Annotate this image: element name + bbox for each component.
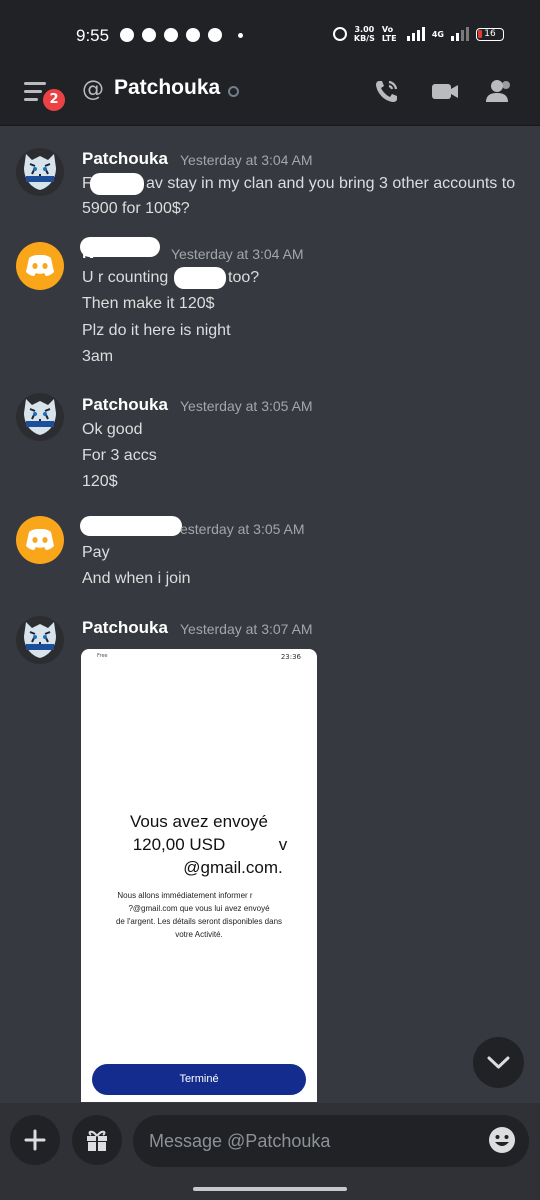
payment-info-text: ?@gmail.com que vous lui avez envoyé [128, 904, 270, 913]
avatar[interactable] [16, 242, 64, 290]
message-text: Pay [82, 544, 110, 561]
message-text: For 3 accs [82, 447, 157, 464]
message-text: 120$ [82, 473, 118, 490]
redaction-mark [174, 267, 226, 289]
more-notifications-dot [238, 33, 243, 38]
redaction-mark [80, 237, 160, 257]
message-text: Then make it 120$ [82, 295, 215, 312]
voice-call-icon[interactable] [372, 76, 402, 106]
tiger-clan-logo [24, 399, 56, 435]
tiger-clan-logo [24, 154, 56, 190]
done-button: Terminé [92, 1064, 306, 1095]
avatar[interactable] [16, 148, 64, 196]
gift-icon [87, 1130, 107, 1151]
payment-info-text: Nous allons immédiatement informer r [117, 891, 253, 900]
system-status-bar: 9:55 3.00 KB/S Vo LTE 4G 16 [0, 0, 540, 70]
telegram-icon [186, 28, 200, 42]
gift-button[interactable] [72, 1115, 122, 1165]
plus-icon [24, 1129, 46, 1151]
network-type: 4G [431, 29, 444, 39]
attachment-status-time: 23:36 [280, 653, 301, 661]
offline-status-icon [228, 86, 239, 97]
discord-default-avatar-icon [26, 255, 54, 276]
smiley-icon [489, 1127, 515, 1153]
redaction-mark [80, 516, 182, 536]
messenger-icon [208, 28, 222, 42]
payment-confirmation-title: Vous avez envoyé [130, 812, 268, 831]
avatar[interactable] [16, 616, 64, 664]
message-timestamp: Yesterday at 3:04 AM [180, 152, 313, 168]
message-text: Plz do it here is night [82, 322, 231, 339]
message-author[interactable]: Patchouka [82, 618, 168, 638]
message-text: av stay in my clan and you bring 3 other… [146, 175, 516, 192]
add-attachment-button[interactable] [10, 1115, 60, 1165]
message-timestamp: esterday at 3:05 AM [180, 521, 305, 537]
message-text: And when i join [82, 570, 191, 587]
signal-icon [406, 27, 425, 41]
payment-info-text: de l'argent. Les détails seront disponib… [115, 917, 283, 926]
signal-icon-secondary [451, 27, 469, 41]
jump-to-present-button[interactable] [473, 1037, 524, 1088]
system-indicators: 3.00 KB/S Vo LTE 4G 16 [332, 25, 504, 43]
alarm-icon [332, 27, 347, 41]
chevron-down-icon [487, 1056, 510, 1069]
avatar[interactable] [16, 393, 64, 441]
message-timestamp: Yesterday at 3:07 AM [180, 621, 313, 637]
battery-icon: 16 [476, 27, 504, 41]
user-profile-icon[interactable] [484, 76, 514, 106]
video-call-icon[interactable] [430, 76, 460, 106]
clock: 9:55 [76, 26, 110, 45]
message-composer [0, 1103, 540, 1200]
message-text: too? [228, 269, 260, 286]
volte-indicator: Vo LTE [381, 25, 397, 43]
avatar[interactable] [16, 516, 64, 564]
page-title: Patchouka [114, 76, 221, 99]
message-text: 3am [82, 348, 114, 365]
redaction-mark [90, 173, 144, 195]
network-speed: 3.00 KB/S [353, 25, 375, 43]
message-text: 5900 for 100$? [82, 200, 190, 217]
redaction-mark [97, 858, 181, 878]
message-text: Ok good [82, 421, 143, 438]
attachment-status-carrier: Free [97, 653, 108, 659]
tiger-clan-logo [24, 622, 56, 658]
image-attachment[interactable]: Free 23:36 Vous avez envoyé 120,00 USD v… [81, 649, 317, 1102]
notification-icons [120, 28, 222, 42]
message-author[interactable]: Patchouka [82, 149, 168, 169]
message-text: U r counting [82, 269, 169, 286]
gesture-home-bar[interactable] [193, 1187, 347, 1191]
unread-badge: 2 [41, 87, 67, 113]
dm-header: 2 @ Patchouka [0, 70, 540, 126]
notification-icon [120, 28, 134, 42]
payment-info-text: votre Activité. [175, 930, 223, 939]
message-author[interactable]: Patchouka [82, 395, 168, 415]
snapchat-icon [142, 28, 156, 42]
missed-call-icon [164, 28, 178, 42]
message-timestamp: Yesterday at 3:05 AM [180, 398, 313, 414]
payment-amount-tail: v [278, 835, 288, 854]
at-icon: @ [82, 77, 104, 102]
discord-default-avatar-icon [26, 529, 54, 550]
message-input[interactable] [133, 1115, 529, 1167]
emoji-button[interactable] [487, 1125, 517, 1155]
message-timestamp: Yesterday at 3:04 AM [171, 246, 304, 262]
